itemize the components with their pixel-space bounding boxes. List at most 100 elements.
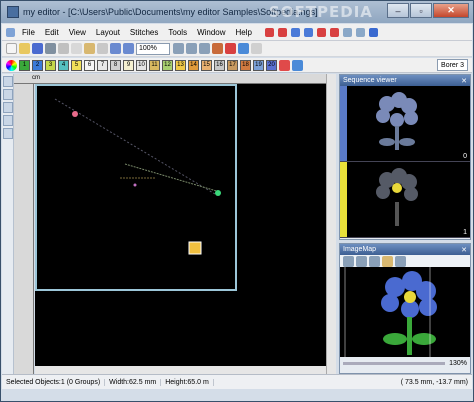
menu-window[interactable]: Window [192, 28, 230, 37]
start-point-marker[interactable] [72, 111, 78, 117]
arrow-down-icon[interactable] [303, 27, 313, 37]
flip-icon[interactable] [342, 27, 352, 37]
imap-zoom-value: 130% [449, 359, 467, 367]
sequence-viewer-close-icon[interactable]: ✕ [461, 77, 467, 85]
color-swatch-7[interactable]: 7 [97, 59, 108, 71]
arrow-up-icon[interactable] [290, 27, 300, 37]
app-window: my editor - [C:\Users\Public\Documents\m… [0, 0, 474, 402]
menu-file[interactable]: File [17, 28, 40, 37]
canvas-horizontal-scrollbar[interactable] [35, 366, 326, 374]
sequence-item[interactable]: 0 [340, 86, 470, 162]
sequence-thumbnail [376, 92, 418, 150]
grid-icon[interactable] [212, 43, 223, 54]
status-bar: Selected Objects:1 (0 Groups) Width:62.5… [2, 374, 472, 389]
pointer-icon[interactable] [251, 43, 262, 54]
imap-zoom-out-icon[interactable] [356, 255, 367, 267]
arrow-right-icon[interactable] [277, 27, 287, 37]
imap-refresh-icon[interactable] [395, 255, 406, 267]
image-map-panel: ImageMap ✕ 130% [339, 243, 471, 374]
close-button[interactable]: ✕ [433, 3, 469, 18]
color-swatch-19[interactable]: 19 [253, 59, 264, 71]
select-tool-icon[interactable] [3, 76, 13, 87]
color-swatch-16[interactable]: 16 [214, 59, 225, 71]
color-swatch-4[interactable]: 4 [58, 59, 69, 71]
image-map-close-icon[interactable]: ✕ [461, 246, 467, 254]
app-menu-icon[interactable] [6, 27, 15, 37]
cut-icon[interactable] [58, 43, 69, 54]
sequence-item[interactable]: 1 [340, 162, 470, 238]
maximize-button[interactable]: ▫ [410, 3, 432, 18]
sequence-viewer-panel: Sequence viewer ✕ 0 1 [339, 74, 471, 240]
rotate-icon[interactable] [355, 27, 365, 37]
color-wheel-icon[interactable] [6, 59, 17, 71]
zoom-tool-icon[interactable] [3, 102, 13, 113]
color-swatch-5[interactable]: 5 [71, 59, 82, 71]
color-swatch-17[interactable]: 17 [227, 59, 238, 71]
status-height: Height:65.0 m [161, 378, 214, 386]
borer-dropdown[interactable]: Borer 3 [437, 59, 468, 71]
color-swatch-9[interactable]: 9 [123, 59, 134, 71]
sequence-viewer-title: Sequence viewer [343, 77, 397, 84]
sequence-color-strip [340, 86, 347, 161]
color-swatch-3[interactable]: 3 [45, 59, 56, 71]
sequence-number: 0 [463, 153, 467, 160]
color-swatch-1[interactable]: 1 [19, 59, 30, 71]
move-last-icon[interactable] [329, 27, 339, 37]
copy-icon[interactable] [71, 43, 82, 54]
stitch-tool-icon[interactable] [3, 89, 13, 100]
color-swatch-2[interactable]: 2 [32, 59, 43, 71]
watermark: SOFTPEDIA [269, 3, 373, 21]
color-swatch-11[interactable]: 11 [149, 59, 160, 71]
shape-tool-icon[interactable] [3, 128, 13, 139]
main-toolbar: 100% [2, 41, 472, 57]
imap-zoom-fit-icon[interactable] [369, 255, 380, 267]
zoom-select[interactable]: 100% [136, 42, 170, 55]
delete-icon[interactable] [97, 43, 108, 54]
sequence-number: 1 [463, 229, 467, 236]
design-object[interactable] [188, 241, 202, 255]
color-swatch-15[interactable]: 15 [201, 59, 212, 71]
stitch-icon[interactable] [225, 43, 236, 54]
redo-icon[interactable] [123, 43, 134, 54]
save-icon[interactable] [32, 43, 43, 54]
menu-layout[interactable]: Layout [91, 28, 125, 37]
menu-edit[interactable]: Edit [40, 28, 64, 37]
app-icon [7, 6, 19, 18]
imap-pan-icon[interactable] [382, 255, 393, 267]
color-swatch-6[interactable]: 6 [84, 59, 95, 71]
open-icon[interactable] [19, 43, 30, 54]
select-icon[interactable] [238, 43, 249, 54]
design-canvas[interactable] [35, 84, 336, 374]
needle-icon[interactable] [292, 59, 303, 71]
zoom-in-icon[interactable] [173, 43, 184, 54]
menu-tools[interactable]: Tools [163, 28, 192, 37]
print-icon[interactable] [45, 43, 56, 54]
canvas-vertical-scrollbar[interactable] [326, 74, 336, 374]
color-swatch-8[interactable]: 8 [110, 59, 121, 71]
color-swatch-10[interactable]: 10 [136, 59, 147, 71]
info-icon[interactable] [368, 27, 378, 37]
minimize-button[interactable]: – [387, 3, 409, 18]
move-first-icon[interactable] [316, 27, 326, 37]
zoom-fit-icon[interactable] [199, 43, 210, 54]
color-swatch-20[interactable]: 20 [266, 59, 277, 71]
new-icon[interactable] [6, 43, 17, 54]
arrow-left-icon[interactable] [264, 27, 274, 37]
menu-view[interactable]: View [64, 28, 91, 37]
end-point-marker[interactable] [215, 190, 221, 196]
undo-icon[interactable] [110, 43, 121, 54]
imap-zoom-in-icon[interactable] [343, 255, 354, 267]
color-swatch-13[interactable]: 13 [175, 59, 186, 71]
color-swatch-12[interactable]: 12 [162, 59, 173, 71]
menu-help[interactable]: Help [231, 28, 257, 37]
color-swatch-18[interactable]: 18 [240, 59, 251, 71]
color-swatch-14[interactable]: 14 [188, 59, 199, 71]
node-tool-icon[interactable] [3, 115, 13, 126]
imap-zoom-slider[interactable] [343, 361, 446, 365]
image-map-view[interactable] [340, 267, 470, 357]
menu-stitches[interactable]: Stitches [125, 28, 163, 37]
paste-icon[interactable] [84, 43, 95, 54]
stop-icon[interactable] [279, 59, 290, 71]
ruler-top: cm [14, 74, 336, 84]
zoom-out-icon[interactable] [186, 43, 197, 54]
